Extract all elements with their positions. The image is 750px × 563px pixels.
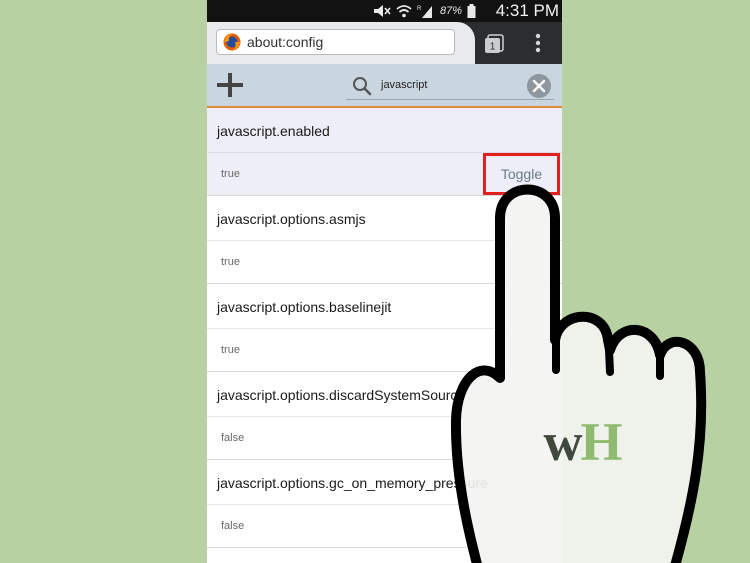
pointing-hand-icon: wH <box>450 184 707 563</box>
hand-shape <box>450 184 707 563</box>
wikihow-logo: wH <box>543 412 622 472</box>
